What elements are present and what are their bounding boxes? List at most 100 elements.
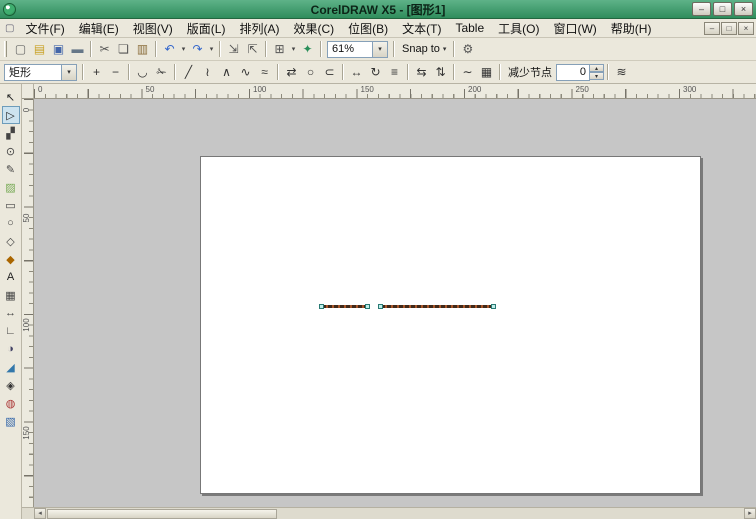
smooth-node-icon[interactable]: ∿	[237, 64, 254, 81]
color-eyedropper-tool[interactable]: ◢	[2, 358, 20, 376]
convert-to-curve-icon[interactable]: ≀	[199, 64, 216, 81]
smart-fill-tool[interactable]: ▨	[2, 178, 20, 196]
welcome-screen-icon[interactable]: ✦	[299, 41, 316, 58]
menu-edit[interactable]: 编辑(E)	[72, 19, 126, 38]
parallel-dimension-tool[interactable]: ↔	[2, 304, 20, 322]
convert-to-line-icon[interactable]: ╱	[180, 64, 197, 81]
zoom-tool[interactable]: ⊙	[2, 142, 20, 160]
save-icon[interactable]: ▣	[50, 41, 67, 58]
menu-table[interactable]: Table	[448, 20, 491, 36]
copy-icon[interactable]: ❏	[115, 41, 132, 58]
scrollbar-thumb[interactable]	[47, 509, 277, 519]
toolbar-separator	[90, 41, 92, 57]
menu-window[interactable]: 窗口(W)	[546, 19, 603, 38]
open-icon[interactable]: ▤	[31, 41, 48, 58]
break-curve-icon[interactable]: ✁	[153, 64, 170, 81]
blend-tool[interactable]: ◑	[2, 340, 20, 358]
elastic-mode-icon[interactable]: ∼	[459, 64, 476, 81]
chevron-down-icon[interactable]: ▾	[62, 64, 77, 81]
menu-arrange[interactable]: 排列(A)	[232, 19, 286, 38]
menu-view[interactable]: 视图(V)	[126, 19, 180, 38]
drawing-workspace[interactable]	[34, 99, 756, 507]
chevron-down-icon[interactable]: ▾	[289, 45, 298, 53]
interactive-fill-tool[interactable]: ▧	[2, 412, 20, 430]
curve-smoothness-icon[interactable]: ≋	[613, 64, 630, 81]
curve-object-1[interactable]	[320, 304, 369, 309]
table-tool[interactable]: ▦	[2, 286, 20, 304]
add-node-icon[interactable]: +	[88, 64, 105, 81]
horizontal-ruler[interactable]: 050100150200250300	[34, 84, 756, 99]
reflect-nodes-horizontally-icon[interactable]: ⇆	[413, 64, 430, 81]
stretch-nodes-icon[interactable]: ↔	[348, 64, 365, 81]
redo-button[interactable]: ↷▾	[188, 41, 216, 58]
rectangle-tool[interactable]: ▭	[2, 196, 20, 214]
node-handle[interactable]	[365, 304, 370, 309]
paste-icon[interactable]: ▥	[134, 41, 151, 58]
preset-combo[interactable]: 矩形▾	[4, 64, 77, 81]
ellipse-tool[interactable]: ○	[2, 214, 20, 232]
application-launcher-button[interactable]: ⊞▾	[270, 41, 298, 58]
snap-to-button[interactable]: Snap to▾	[398, 41, 450, 57]
import-icon[interactable]: ⇲	[225, 41, 242, 58]
fill-tool[interactable]: ◍	[2, 394, 20, 412]
extract-subpath-icon[interactable]: ⊂	[321, 64, 338, 81]
freehand-tool[interactable]: ✎	[2, 160, 20, 178]
pick-tool[interactable]: ↖	[2, 88, 20, 106]
join-nodes-icon[interactable]: ◡	[134, 64, 151, 81]
menu-bitmaps[interactable]: 位图(B)	[341, 19, 395, 38]
rotate-nodes-icon[interactable]: ↻	[367, 64, 384, 81]
menu-effects[interactable]: 效果(C)	[286, 19, 341, 38]
export-icon[interactable]: ⇱	[244, 41, 261, 58]
basic-shapes-tool[interactable]: ◆	[2, 250, 20, 268]
polygon-tool[interactable]: ◇	[2, 232, 20, 250]
spin-down-icon[interactable]: ▾	[590, 72, 604, 80]
crop-tool[interactable]: ▞	[2, 124, 20, 142]
node-handle[interactable]	[378, 304, 383, 309]
chevron-down-icon[interactable]: ▾	[179, 45, 188, 53]
document-restore-button[interactable]: □	[721, 22, 737, 35]
close-curve-icon[interactable]: ○	[302, 64, 319, 81]
reflect-nodes-vertically-icon[interactable]: ⇅	[432, 64, 449, 81]
document-close-button[interactable]: ×	[738, 22, 754, 35]
restore-button[interactable]: □	[713, 2, 732, 16]
horizontal-scrollbar[interactable]: ◂ ▸	[34, 507, 756, 519]
document-minimize-button[interactable]: –	[704, 22, 720, 35]
ruler-corner[interactable]	[22, 84, 34, 99]
document-window-controls: – □ ×	[704, 22, 754, 35]
select-all-nodes-icon[interactable]: ▦	[478, 64, 495, 81]
cusp-node-icon[interactable]: ∧	[218, 64, 235, 81]
shape-tool[interactable]: ▷	[2, 106, 20, 124]
scroll-right-icon[interactable]: ▸	[744, 508, 756, 519]
symmetrical-node-icon[interactable]: ≈	[256, 64, 273, 81]
node-handle[interactable]	[319, 304, 324, 309]
outline-pen-tool[interactable]: ◈	[2, 376, 20, 394]
minimize-button[interactable]: –	[692, 2, 711, 16]
menu-layout[interactable]: 版面(L)	[180, 19, 233, 38]
spin-up-icon[interactable]: ▴	[590, 64, 604, 72]
reduce-nodes-input[interactable]: 0▴▾	[556, 64, 604, 81]
delete-node-icon[interactable]: −	[107, 64, 124, 81]
chevron-down-icon[interactable]: ▾	[373, 41, 388, 58]
vertical-ruler[interactable]: 050100150	[22, 99, 34, 507]
undo-button[interactable]: ↶▾	[160, 41, 188, 58]
scroll-left-icon[interactable]: ◂	[34, 508, 46, 519]
print-icon[interactable]: ▬	[69, 41, 86, 58]
straight-line-connector-tool[interactable]: ∟	[2, 322, 20, 340]
page[interactable]	[200, 156, 701, 494]
new-document-icon[interactable]: ▢	[12, 41, 29, 58]
options-icon[interactable]: ⚙	[459, 41, 476, 58]
chevron-down-icon[interactable]: ▾	[207, 45, 216, 53]
menu-help[interactable]: 帮助(H)	[604, 19, 659, 38]
text-tool[interactable]: A	[2, 268, 20, 286]
menu-tools[interactable]: 工具(O)	[491, 19, 546, 38]
node-handle[interactable]	[491, 304, 496, 309]
cut-icon[interactable]: ✂	[96, 41, 113, 58]
curve-object-2[interactable]	[379, 304, 495, 309]
align-nodes-icon[interactable]: ≡	[386, 64, 403, 81]
zoom-level-combo[interactable]: 61%▾	[327, 41, 388, 58]
toolbar-grip[interactable]	[4, 41, 7, 57]
close-button[interactable]: ×	[734, 2, 753, 16]
menu-text[interactable]: 文本(T)	[395, 19, 448, 38]
reverse-direction-icon[interactable]: ⇄	[283, 64, 300, 81]
menu-file[interactable]: 文件(F)	[18, 19, 71, 38]
